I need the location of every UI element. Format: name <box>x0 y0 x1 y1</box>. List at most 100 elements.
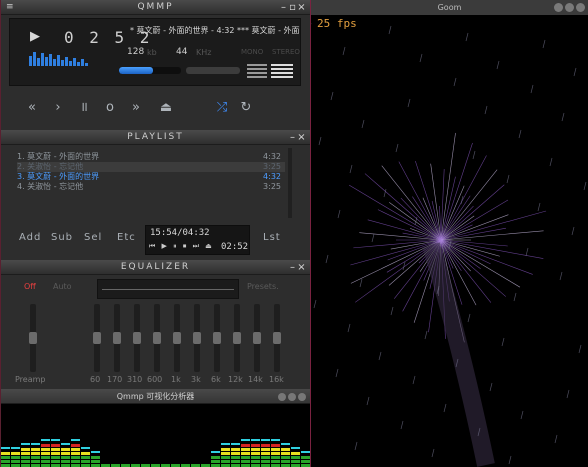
seek-bar[interactable] <box>119 67 181 74</box>
sub-button[interactable]: Sub <box>51 232 73 243</box>
spectrum-peak <box>81 447 90 449</box>
player-titlebar[interactable]: ≡ QMMP – ▫× <box>1 0 310 15</box>
spectrum-segment <box>61 456 70 459</box>
close-icon[interactable]: × <box>297 0 306 15</box>
next-button[interactable]: » <box>125 100 147 116</box>
spectrum-segment <box>231 452 240 455</box>
close-icon[interactable] <box>298 393 306 401</box>
eq-band-slider[interactable] <box>93 304 101 372</box>
playlist-toggle-icon[interactable] <box>271 64 293 78</box>
mini-spectrum-bar <box>53 59 56 66</box>
goom-streak <box>342 46 346 56</box>
goom-ray <box>440 142 473 241</box>
close-icon[interactable]: × <box>297 130 306 145</box>
goom-streak <box>465 32 469 42</box>
mini-spectrum-analyzer[interactable] <box>29 50 88 66</box>
equalizer-titlebar[interactable]: EQUALIZER – × <box>1 260 310 275</box>
spectrum-peak <box>41 439 50 441</box>
minimize-icon[interactable] <box>278 393 286 401</box>
close-icon[interactable] <box>576 3 585 12</box>
eject-button[interactable]: ⏏ <box>155 100 177 116</box>
sel-button[interactable]: Sel <box>84 232 102 243</box>
equalizer-toggle-icon[interactable] <box>247 64 267 78</box>
spectrum-segment <box>31 448 40 451</box>
goom-streak <box>443 403 447 413</box>
spectrum-segment <box>1 460 10 463</box>
spectrum-segment <box>71 448 80 451</box>
play-button[interactable]: › <box>47 100 69 116</box>
add-button[interactable]: Add <box>19 232 41 243</box>
mini-spectrum-bar <box>57 55 60 66</box>
eq-band-slider[interactable] <box>253 304 261 372</box>
shade-icon[interactable]: – <box>288 260 297 275</box>
playlist-item[interactable]: 1. 莫文蔚 - 外面的世界 4:32 <box>17 152 285 162</box>
eq-band-slider[interactable] <box>273 304 281 372</box>
maximize-icon[interactable] <box>565 3 574 12</box>
equalizer-auto-toggle[interactable]: Auto <box>53 282 72 291</box>
playlist-titlebar[interactable]: PLAYLIST – × <box>1 130 310 145</box>
spectrum-segment <box>261 456 270 459</box>
goom-streak <box>559 271 563 281</box>
goom-streak <box>573 67 577 77</box>
presets-button[interactable]: Presets. <box>247 282 279 291</box>
playlist-mini-controls[interactable]: ⏮ ▶ ⏸ ⏹ ⏭ ⏏ <box>149 242 214 251</box>
mini-spectrum-bar <box>49 54 52 66</box>
stereo-indicator: STEREO <box>272 48 300 56</box>
seek-bar-fill <box>119 67 154 74</box>
eq-band-label: 600 <box>147 375 163 384</box>
goom-streak <box>467 313 471 323</box>
spectrum-peak <box>21 443 30 445</box>
previous-button[interactable]: « <box>21 100 43 116</box>
playlist-item[interactable]: 4. 关淑怡 - 忘记他 3:25 <box>17 182 285 192</box>
spectrum-segment <box>11 456 20 459</box>
eq-band-label: 6k <box>211 375 221 384</box>
equalizer-title: EQUALIZER <box>120 262 191 272</box>
maximize-icon[interactable] <box>288 393 296 401</box>
mini-spectrum-bar <box>77 62 80 66</box>
visualizer-titlebar[interactable]: Qmmp 可视化分析器 <box>1 389 310 404</box>
spectrum-segment <box>301 456 310 459</box>
spectrum-segment <box>81 452 90 455</box>
goom-streak <box>354 441 358 451</box>
goom-streak <box>400 420 404 430</box>
playlist-item-current[interactable]: 3. 莫文蔚 - 外面的世界 4:32 <box>17 172 285 182</box>
playlist-scrollbar[interactable] <box>288 148 292 218</box>
playlist-item[interactable]: 2. 关淑怡 - 忘记他 3:25 <box>17 162 285 172</box>
goom-streak <box>366 396 370 406</box>
shuffle-button[interactable]: ⤮ <box>211 100 233 116</box>
spectrum-peak <box>251 439 260 441</box>
spectrum-segment <box>81 460 90 463</box>
eq-band-slider[interactable] <box>113 304 121 372</box>
eq-band-slider[interactable] <box>173 304 181 372</box>
eq-band-slider[interactable] <box>233 304 241 372</box>
eq-band-slider[interactable] <box>133 304 141 372</box>
goom-titlebar[interactable]: Goom <box>311 0 588 15</box>
eq-band-slider[interactable] <box>153 304 161 372</box>
shade-icon[interactable]: ▫ <box>288 0 297 15</box>
goom-streak <box>453 77 457 87</box>
goom-visualization <box>311 23 587 467</box>
preamp-slider[interactable] <box>29 304 37 372</box>
equalizer-off-toggle[interactable]: Off <box>24 282 36 291</box>
spectrum-segment <box>281 448 290 451</box>
eq-band-slider[interactable] <box>213 304 221 372</box>
spectrum-segment <box>221 452 230 455</box>
spectrum-peak <box>261 439 270 441</box>
list-button[interactable]: Lst <box>263 232 281 243</box>
minimize-icon[interactable] <box>554 3 563 12</box>
stop-button[interactable]: o <box>99 100 121 116</box>
repeat-button[interactable]: ↻ <box>235 100 257 116</box>
spectrum-segment <box>241 452 250 455</box>
eq-band-slider[interactable] <box>193 304 201 372</box>
close-icon[interactable]: × <box>297 260 306 275</box>
menu-icon[interactable]: ≡ <box>6 0 14 15</box>
spectrum-segment <box>41 456 50 459</box>
volume-slider[interactable] <box>186 67 240 74</box>
goom-streak <box>390 306 394 316</box>
minimize-icon[interactable]: – <box>279 0 288 15</box>
pause-button[interactable]: ॥ <box>73 100 95 116</box>
shade-icon[interactable]: – <box>288 130 297 145</box>
spectrum-segment <box>51 460 60 463</box>
spectrum-segment <box>241 456 250 459</box>
etc-button[interactable]: Etc <box>117 232 136 243</box>
